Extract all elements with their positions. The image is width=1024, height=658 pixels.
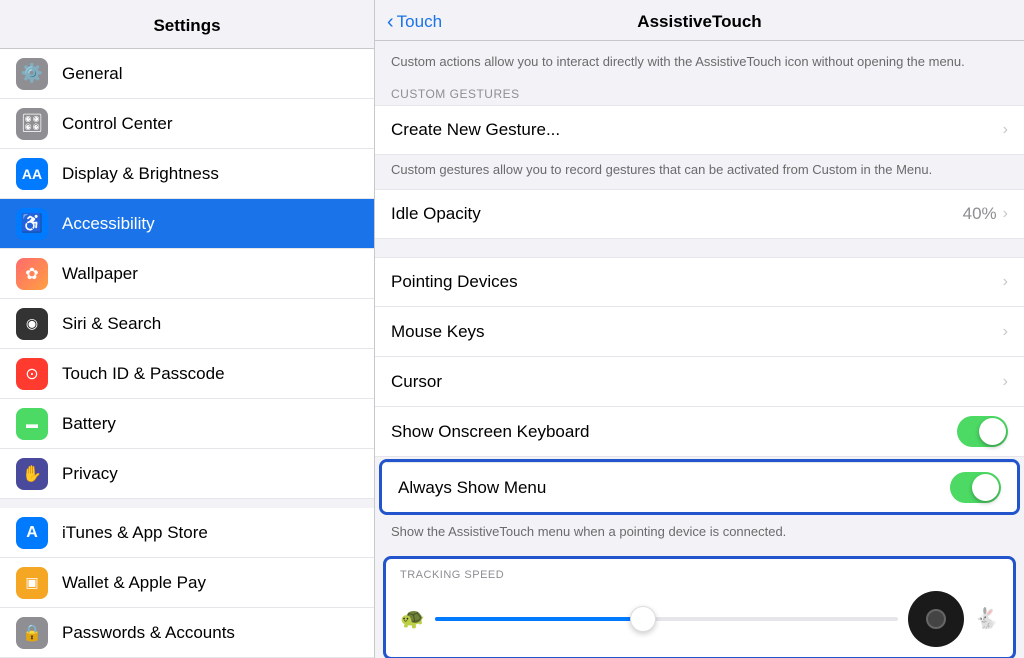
tracking-slider[interactable] bbox=[435, 604, 898, 634]
sidebar-label-control-center: Control Center bbox=[62, 114, 173, 134]
back-chevron-icon: ‹ bbox=[387, 11, 394, 34]
idle-opacity-value: 40% bbox=[963, 204, 997, 224]
sidebar-label-siri: Siri & Search bbox=[62, 314, 161, 334]
sidebar-separator bbox=[0, 499, 374, 508]
create-gesture-chevron: › bbox=[1003, 121, 1008, 139]
slider-track bbox=[435, 617, 898, 621]
general-icon: ⚙️ bbox=[16, 58, 48, 90]
mouse-keys-row[interactable]: Mouse Keys › bbox=[375, 307, 1024, 357]
privacy-icon: ✋ bbox=[16, 458, 48, 490]
pointing-devices-row[interactable]: Pointing Devices › bbox=[375, 257, 1024, 307]
idle-opacity-row[interactable]: Idle Opacity 40% › bbox=[375, 189, 1024, 239]
pointing-chevron: › bbox=[1003, 273, 1008, 291]
custom-gestures-footer: Custom gestures allow you to record gest… bbox=[375, 155, 1024, 189]
rabbit-icon: 🐇 bbox=[974, 606, 999, 631]
top-description: Custom actions allow you to interact dir… bbox=[375, 41, 1024, 79]
display-icon: AA bbox=[16, 158, 48, 190]
sidebar-item-wallpaper[interactable]: ✿ Wallpaper bbox=[0, 249, 374, 299]
always-show-knob bbox=[972, 474, 999, 501]
create-gesture-label: Create New Gesture... bbox=[391, 107, 1003, 153]
sidebar-title: Settings bbox=[0, 0, 374, 49]
always-show-toggle[interactable] bbox=[950, 472, 1001, 503]
cursor-row[interactable]: Cursor › bbox=[375, 357, 1024, 407]
custom-gestures-group: Create New Gesture... › bbox=[375, 105, 1024, 155]
sidebar-label-accessibility: Accessibility bbox=[62, 214, 155, 234]
pointing-group: Pointing Devices › Mouse Keys › Cursor ›… bbox=[375, 257, 1024, 457]
sidebar-item-general[interactable]: ⚙️ General bbox=[0, 49, 374, 99]
mouse-keys-chevron: › bbox=[1003, 323, 1008, 341]
sidebar-label-privacy: Privacy bbox=[62, 464, 118, 484]
main-content: ‹ Touch AssistiveTouch Custom actions al… bbox=[375, 0, 1024, 658]
sidebar-label-wallpaper: Wallpaper bbox=[62, 264, 138, 284]
sidebar-item-itunes[interactable]: A iTunes & App Store bbox=[0, 508, 374, 558]
sidebar-label-passwords: Passwords & Accounts bbox=[62, 623, 235, 643]
sidebar-item-display[interactable]: AA Display & Brightness bbox=[0, 149, 374, 199]
sidebar-label-wallet: Wallet & Apple Pay bbox=[62, 573, 206, 593]
sidebar-label-itunes: iTunes & App Store bbox=[62, 523, 208, 543]
slider-fill bbox=[435, 617, 643, 621]
slider-thumb[interactable] bbox=[630, 606, 656, 632]
sidebar-label-general: General bbox=[62, 64, 122, 84]
wallet-icon: ▣ bbox=[16, 567, 48, 599]
cursor-label: Cursor bbox=[391, 359, 1003, 405]
idle-opacity-chevron: › bbox=[1003, 205, 1008, 223]
cursor-chevron: › bbox=[1003, 373, 1008, 391]
back-button[interactable]: ‹ Touch bbox=[387, 11, 442, 34]
idle-opacity-group: Idle Opacity 40% › bbox=[375, 189, 1024, 239]
sidebar-item-touchid[interactable]: ⊙ Touch ID & Passcode bbox=[0, 349, 374, 399]
sidebar-label-touchid: Touch ID & Passcode bbox=[62, 364, 225, 384]
accessibility-icon: ♿ bbox=[16, 208, 48, 240]
passwords-icon: 🔒 bbox=[16, 617, 48, 649]
always-show-footer: Show the AssistiveTouch menu when a poin… bbox=[375, 517, 1024, 551]
siri-icon: ◉ bbox=[16, 308, 48, 340]
battery-icon: ▬ bbox=[16, 408, 48, 440]
control-center-icon: 🎛 bbox=[16, 108, 48, 140]
always-show-container: Always Show Menu bbox=[379, 459, 1020, 515]
idle-opacity-label: Idle Opacity bbox=[391, 191, 963, 237]
sidebar-item-siri[interactable]: ◉ Siri & Search bbox=[0, 299, 374, 349]
tracking-row: 🐢 🐇 bbox=[400, 591, 999, 647]
touchid-icon: ⊙ bbox=[16, 358, 48, 390]
content-area: Custom actions allow you to interact dir… bbox=[375, 41, 1024, 658]
show-onscreen-knob bbox=[979, 418, 1006, 445]
page-title: AssistiveTouch bbox=[637, 12, 761, 32]
sidebar-item-accessibility[interactable]: ♿ Accessibility bbox=[0, 199, 374, 249]
big-knob[interactable] bbox=[908, 591, 964, 647]
big-knob-inner bbox=[926, 609, 946, 629]
always-show-highlight: Always Show Menu bbox=[379, 459, 1020, 515]
always-show-row[interactable]: Always Show Menu bbox=[382, 462, 1017, 512]
show-onscreen-toggle[interactable] bbox=[957, 416, 1008, 447]
separator-1 bbox=[375, 239, 1024, 257]
show-onscreen-row[interactable]: Show Onscreen Keyboard bbox=[375, 407, 1024, 457]
wallpaper-icon: ✿ bbox=[16, 258, 48, 290]
back-label: Touch bbox=[397, 12, 442, 32]
turtle-icon: 🐢 bbox=[400, 606, 425, 631]
sidebar-item-control-center[interactable]: 🎛 Control Center bbox=[0, 99, 374, 149]
sidebar-item-privacy[interactable]: ✋ Privacy bbox=[0, 449, 374, 499]
sidebar: Settings ⚙️ General 🎛 Control Center AA … bbox=[0, 0, 375, 658]
sidebar-label-battery: Battery bbox=[62, 414, 116, 434]
always-show-label: Always Show Menu bbox=[398, 465, 950, 511]
nav-header: ‹ Touch AssistiveTouch bbox=[375, 0, 1024, 41]
mouse-keys-label: Mouse Keys bbox=[391, 309, 1003, 355]
itunes-icon: A bbox=[16, 517, 48, 549]
tracking-header: TRACKING SPEED bbox=[400, 569, 999, 581]
show-onscreen-label: Show Onscreen Keyboard bbox=[391, 409, 957, 455]
pointing-devices-label: Pointing Devices bbox=[391, 259, 1003, 305]
sidebar-item-wallet[interactable]: ▣ Wallet & Apple Pay bbox=[0, 558, 374, 608]
create-gesture-row[interactable]: Create New Gesture... › bbox=[375, 105, 1024, 155]
sidebar-label-display: Display & Brightness bbox=[62, 164, 219, 184]
sidebar-item-battery[interactable]: ▬ Battery bbox=[0, 399, 374, 449]
custom-gestures-header: CUSTOM GESTURES bbox=[375, 79, 1024, 105]
tracking-section: TRACKING SPEED 🐢 🐇 bbox=[383, 556, 1016, 658]
sidebar-item-passwords[interactable]: 🔒 Passwords & Accounts bbox=[0, 608, 374, 658]
